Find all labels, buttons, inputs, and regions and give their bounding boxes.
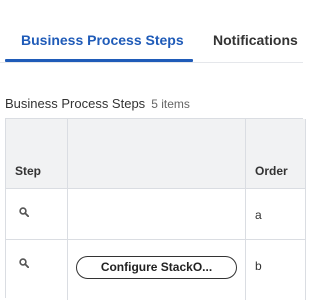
configure-step-button[interactable]: Configure StackO... — [76, 256, 237, 279]
table-row-1-step-cell — [6, 189, 68, 240]
tab-bar: Business Process Steps Notifications — [0, 0, 303, 63]
grid-item-count: 5 items — [151, 97, 190, 111]
grid-title: Business Process Steps — [5, 96, 146, 111]
column-header-task[interactable] — [68, 119, 246, 189]
tab-bar-divider — [0, 62, 303, 63]
column-header-order-label: Order — [255, 164, 288, 178]
column-header-order[interactable]: Order — [246, 119, 306, 189]
column-header-step[interactable]: Step — [6, 119, 68, 189]
table-row-1-task-cell — [68, 189, 246, 240]
search-icon[interactable] — [19, 258, 29, 268]
order-value: b — [255, 259, 262, 273]
tab-notifications[interactable]: Notifications — [213, 32, 298, 48]
table-row-1-order-cell: a — [246, 189, 306, 240]
grid-title-bar: Business Process Steps 5 items — [5, 96, 190, 111]
table-row-2-order-cell: b — [246, 240, 306, 300]
order-value: a — [255, 208, 262, 222]
tab-business-process-steps[interactable]: Business Process Steps — [21, 32, 184, 48]
table-row-2-step-cell — [6, 240, 68, 300]
column-header-step-label: Step — [15, 164, 42, 178]
table-row-2-task-cell: Configure StackO... — [68, 240, 246, 300]
search-icon[interactable] — [19, 207, 29, 217]
business-process-steps-grid: Step Order a Configure StackO... b — [5, 118, 306, 300]
